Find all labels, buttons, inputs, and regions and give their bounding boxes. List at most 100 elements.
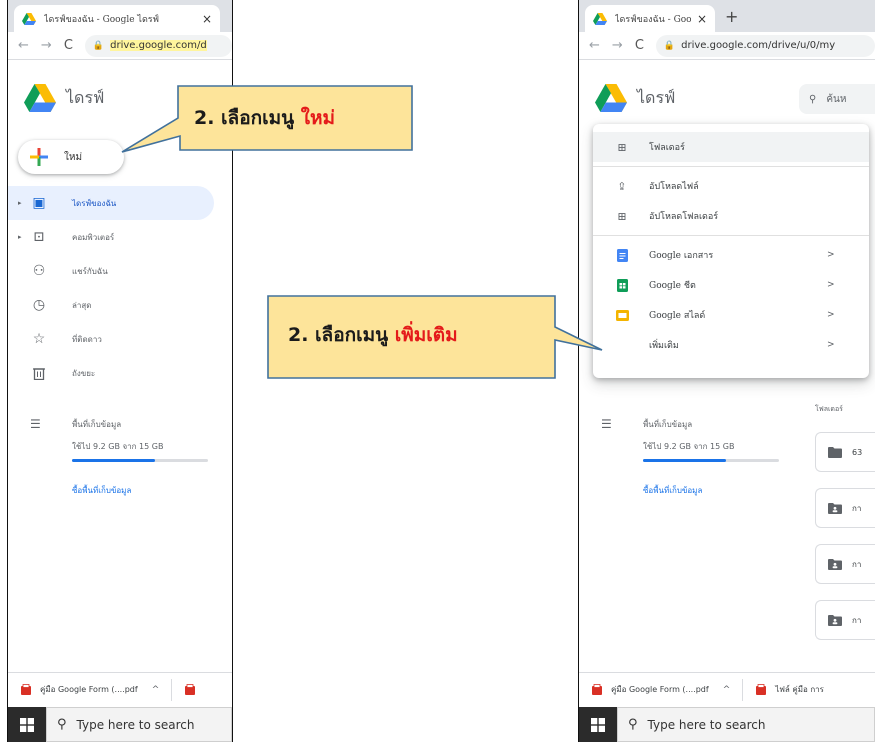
menu-item-folder[interactable]: ⊞ โฟลเดอร์ — [593, 132, 869, 162]
address-bar[interactable]: 🔒 drive.google.com/d — [84, 34, 232, 57]
callout-prefix: 2. เลือกเมนู — [194, 107, 301, 129]
folder-name: กา — [852, 559, 862, 569]
back-icon[interactable]: ← — [589, 38, 600, 53]
reload-icon[interactable]: C — [635, 38, 644, 53]
search-icon: ⚲ — [809, 93, 817, 105]
nav-item-shared[interactable]: ⚇ แชร์กับฉัน — [8, 254, 232, 288]
drive-search-box[interactable]: ⚲ ค้นห — [799, 84, 875, 114]
expand-arrow-icon[interactable]: ▸ — [18, 199, 22, 207]
new-item-menu: ⊞ โฟลเดอร์ ⇪ อัปโหลดไฟล์ ⊞ อัปโหลดโฟลเดอ… — [593, 124, 869, 378]
address-bar[interactable]: 🔒 drive.google.com/drive/u/0/my — [655, 34, 875, 57]
pdf-icon — [21, 683, 31, 695]
menu-item-upload-file[interactable]: ⇪ อัปโหลดไฟล์ — [593, 171, 869, 201]
menu-item-more[interactable]: เพิ่มเติม > — [593, 330, 869, 360]
drive-title: ไดรฟ์ — [637, 87, 676, 107]
folder-icon — [828, 446, 842, 458]
folder-item[interactable]: กา — [815, 600, 875, 640]
chevron-right-icon: > — [827, 340, 835, 350]
chevron-right-icon: > — [827, 250, 835, 260]
drive-favicon-icon — [22, 12, 36, 25]
windows-start-icon[interactable] — [579, 707, 617, 742]
drive-logo-icon — [24, 84, 56, 112]
nav-label: แชร์กับฉัน — [72, 266, 108, 276]
new-tab-icon[interactable]: + — [725, 7, 738, 26]
nav-label: ไดรฟ์ของฉัน — [72, 198, 117, 208]
new-folder-icon: ⊞ — [617, 140, 627, 154]
forward-icon[interactable]: → — [41, 38, 52, 53]
tab-title: ไดรฟ์ของฉัน - Google ไดรฟ์ — [615, 14, 691, 25]
menu-item-google-sheets[interactable]: Google ชีต > — [593, 270, 869, 300]
storage-row[interactable]: ☰ พื้นที่เก็บข้อมูล — [8, 412, 232, 436]
folder-upload-icon: ⊞ — [617, 209, 627, 223]
shared-folder-icon — [828, 614, 842, 626]
download-separator — [171, 678, 173, 701]
search-placeholder: ค้นห — [826, 93, 847, 105]
menu-label: Google ชีต — [649, 281, 696, 291]
download-caret-icon[interactable]: ^ — [152, 685, 160, 695]
folder-name: กา — [852, 615, 862, 625]
folder-item[interactable]: กา — [815, 544, 875, 584]
nav-label: ที่ติดดาว — [72, 334, 102, 344]
download-caret-icon[interactable]: ^ — [723, 685, 731, 695]
menu-divider — [593, 166, 869, 167]
nav-label: คอมพิวเตอร์ — [72, 232, 115, 242]
browser-tab[interactable]: ไดรฟ์ของฉัน - Google ไดรฟ์ × — [14, 5, 220, 32]
nav-item-starred[interactable]: ☆ ที่ติดดาว — [8, 322, 232, 356]
file-upload-icon: ⇪ — [617, 179, 627, 193]
taskbar-search-placeholder: Type here to search — [76, 717, 195, 732]
tab-close-icon[interactable]: × — [697, 12, 707, 26]
expand-arrow-icon[interactable]: ▸ — [18, 233, 22, 241]
url-text: drive.google.com/d — [110, 40, 207, 51]
google-slides-icon — [615, 308, 629, 322]
taskbar-search-box[interactable]: ⚲ Type here to search — [617, 707, 875, 742]
back-icon[interactable]: ← — [18, 38, 29, 53]
storage-label: พื้นที่เก็บข้อมูล — [643, 419, 693, 429]
menu-label: Google สไลด์ — [649, 311, 706, 321]
forward-icon[interactable]: → — [612, 38, 623, 53]
download-item[interactable]: ไฟล์ คู่มือ การ — [775, 683, 824, 696]
windows-taskbar: ⚲ Type here to search — [8, 707, 232, 742]
side-nav: ▸ ▣ ไดรฟ์ของฉัน ▸ ⊡ คอมพิวเตอร์ ⚇ แชร์กั… — [8, 186, 232, 390]
storage-icon: ☰ — [30, 417, 41, 431]
folder-name: 63 — [852, 447, 863, 457]
tab-close-icon[interactable]: × — [202, 12, 212, 26]
my-drive-icon: ▣ — [32, 195, 46, 211]
trash-icon — [31, 365, 47, 381]
folder-item[interactable]: 63 — [815, 432, 875, 472]
nav-item-recent[interactable]: ◷ ล่าสุด — [8, 288, 232, 322]
menu-item-upload-folder[interactable]: ⊞ อัปโหลดโฟลเดอร์ — [593, 201, 869, 231]
menu-divider — [593, 235, 869, 236]
reload-icon[interactable]: C — [64, 38, 73, 53]
nav-item-trash[interactable]: ถังขยะ — [8, 356, 232, 390]
download-item[interactable]: คู่มือ Google Form (....pdf — [40, 683, 138, 696]
nav-item-computers[interactable]: ▸ ⊡ คอมพิวเตอร์ — [8, 220, 232, 254]
menu-item-google-docs[interactable]: Google เอกสาร > — [593, 240, 869, 270]
download-item[interactable]: คู่มือ Google Form (....pdf — [611, 683, 709, 696]
folder-item[interactable]: กา — [815, 488, 875, 528]
url-text: drive.google.com/drive/u/0/my — [681, 40, 836, 51]
storage-label: พื้นที่เก็บข้อมูล — [72, 419, 122, 429]
shared-folder-icon — [828, 502, 842, 514]
nav-item-my-drive[interactable]: ▸ ▣ ไดรฟ์ของฉัน — [8, 186, 214, 220]
lock-icon: 🔒 — [92, 40, 105, 51]
new-button[interactable]: ใหม่ — [18, 140, 124, 174]
nav-label: ถังขยะ — [72, 368, 96, 378]
browser-tab[interactable]: ไดรฟ์ของฉัน - Google ไดรฟ์ × — [585, 5, 715, 32]
taskbar-search-box[interactable]: ⚲ Type here to search — [46, 707, 232, 742]
download-bar: คู่มือ Google Form (....pdf ^ ไฟล์ คู่มื… — [579, 672, 875, 706]
callout-text: 2. เลือกเมนู เพิ่มเติม — [288, 320, 458, 350]
browser-toolbar: ← → C 🔒 drive.google.com/drive/u/0/my — [579, 32, 875, 60]
google-sheets-icon — [615, 278, 629, 292]
storage-icon: ☰ — [601, 417, 612, 431]
nav-label: ล่าสุด — [72, 300, 92, 310]
folder-name: กา — [852, 503, 862, 513]
buy-storage-link[interactable]: ซื้อพื้นที่เก็บข้อมูล — [72, 484, 232, 497]
windows-start-icon[interactable] — [8, 707, 46, 742]
new-button-label: ใหม่ — [64, 151, 83, 163]
menu-item-google-slides[interactable]: Google สไลด์ > — [593, 300, 869, 330]
lock-icon: 🔒 — [663, 40, 676, 51]
browser-toolbar: ← → C 🔒 drive.google.com/d — [8, 32, 232, 60]
callout-highlight: ใหม่ — [300, 107, 336, 129]
menu-label: เพิ่มเติม — [649, 341, 679, 351]
tab-strip: ไดรฟ์ของฉัน - Google ไดรฟ์ × — [8, 0, 232, 32]
